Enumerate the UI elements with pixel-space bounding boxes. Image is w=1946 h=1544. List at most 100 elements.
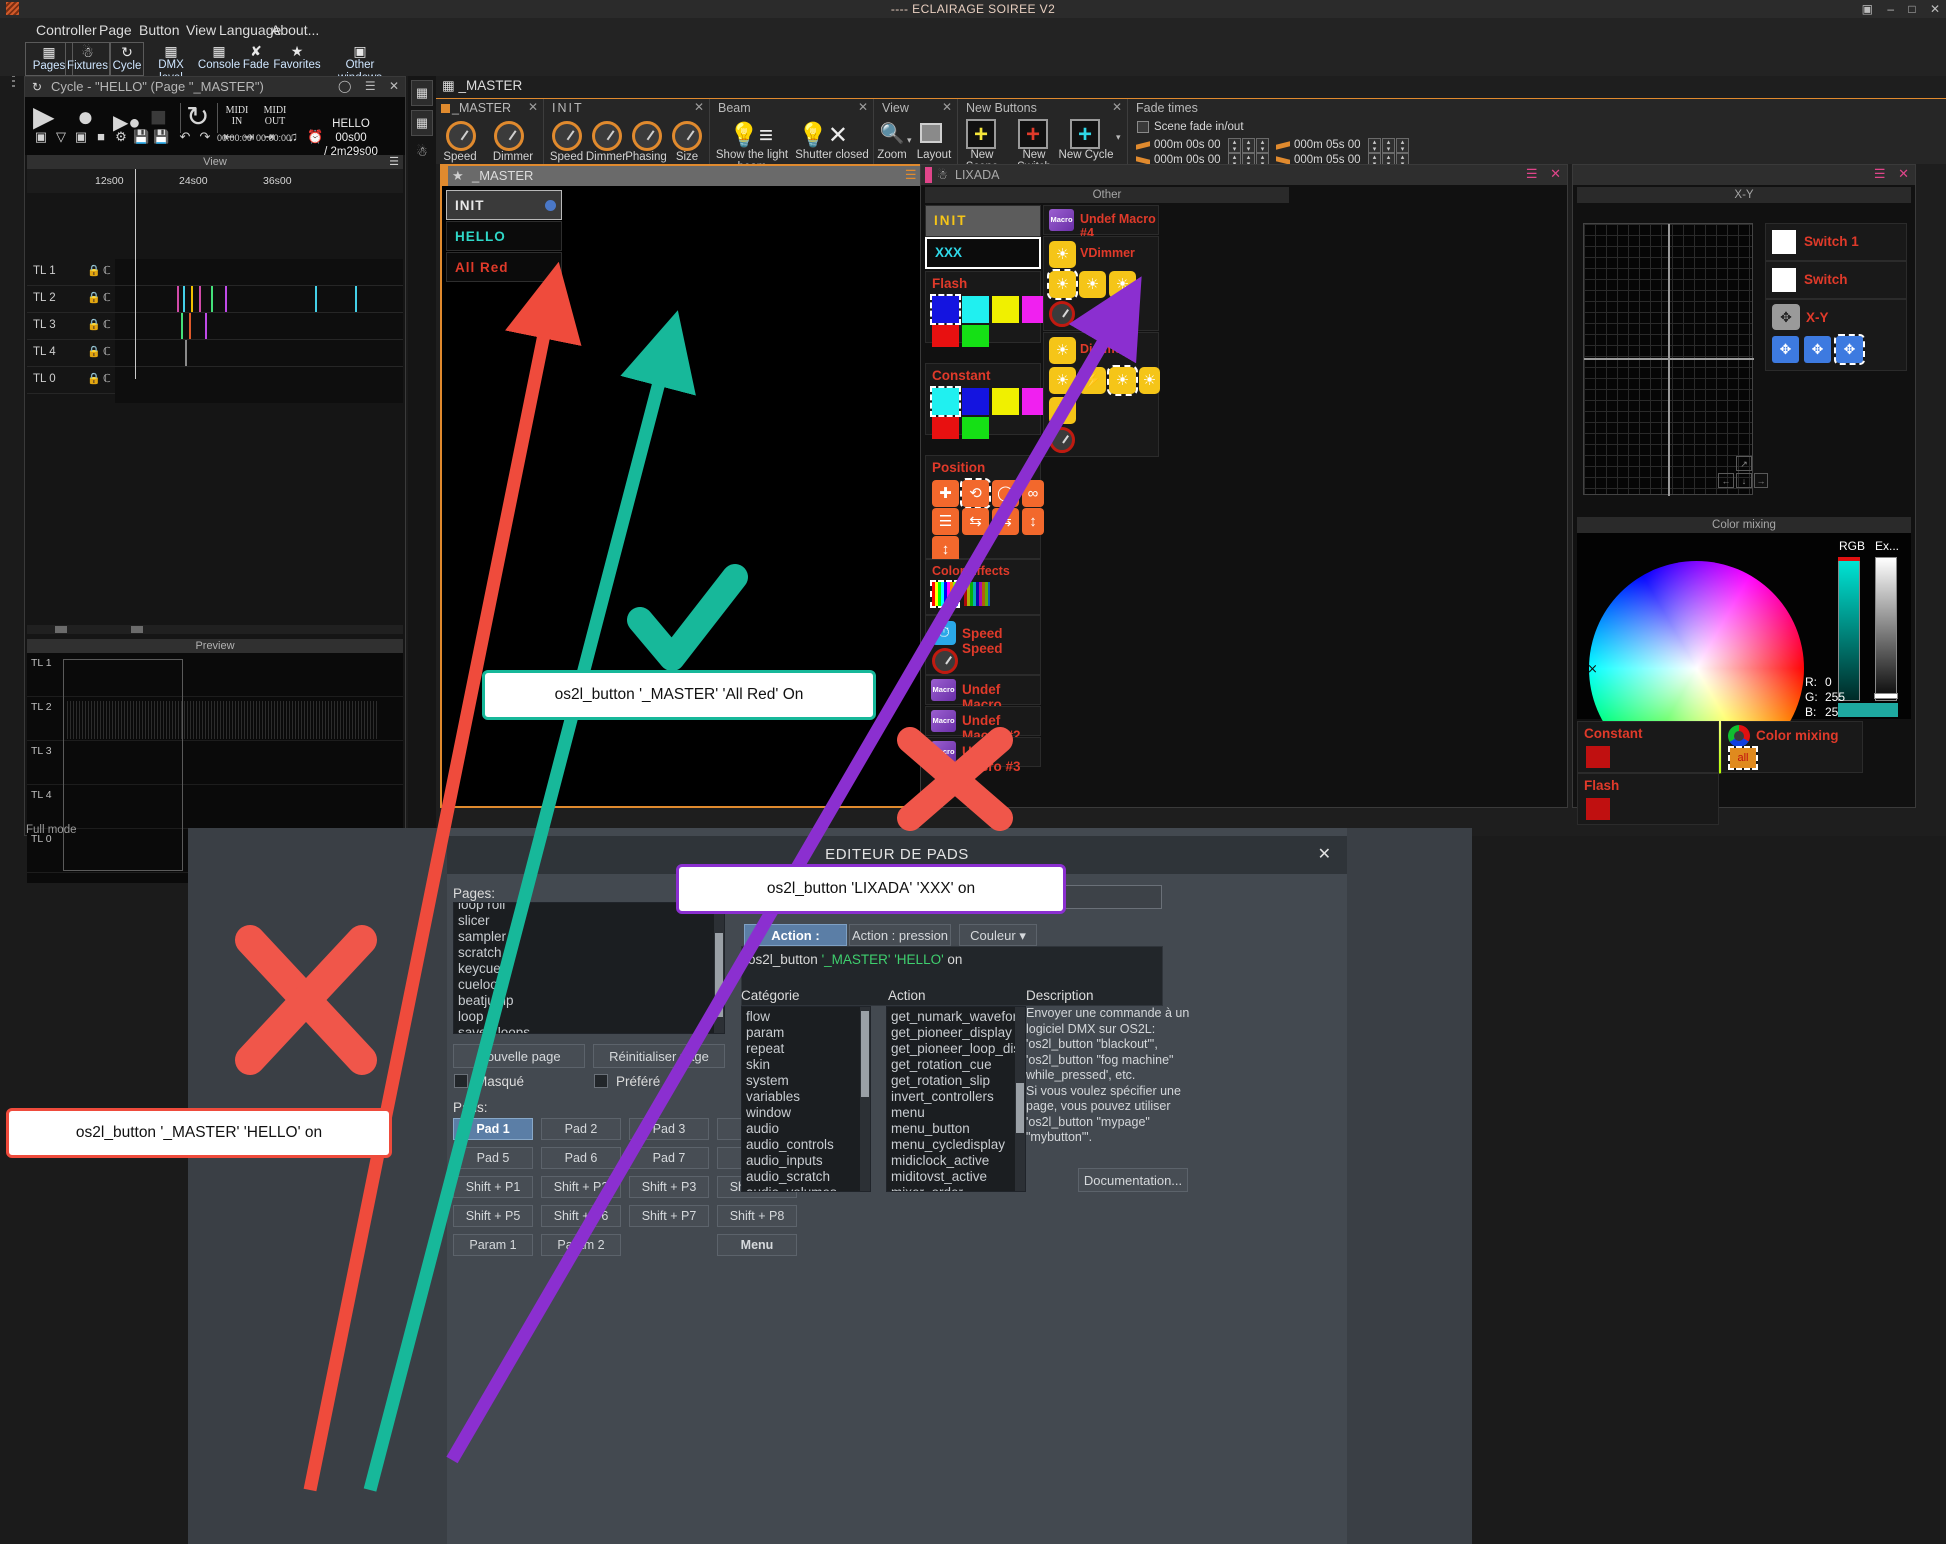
pan-up-icon[interactable]: ⇆ xyxy=(992,508,1019,535)
pad-button-s3[interactable]: Shift + P3 xyxy=(629,1176,709,1198)
list-item[interactable]: keycue xyxy=(458,961,501,976)
fade-out-value[interactable]: 000m 05s 00 xyxy=(1294,139,1361,151)
save-ok-icon[interactable]: 💾 xyxy=(153,129,169,145)
new-cycle-button[interactable]: + xyxy=(1070,119,1100,149)
sun-2-icon[interactable]: ☀ xyxy=(1079,271,1106,298)
list-item[interactable]: get_numark_waveform xyxy=(891,1009,1025,1024)
pad-button-p1[interactable]: Param 1 xyxy=(453,1234,533,1256)
lixada-macro-4[interactable]: Macro Undef Macro #4 xyxy=(1043,205,1159,240)
fade-in-spin-3[interactable]: ▴ ▾ xyxy=(1256,138,1269,153)
toolbar-favorites[interactable]: ★ Favorites xyxy=(272,42,322,76)
sun-1-icon[interactable]: ☀ xyxy=(1047,269,1078,300)
xy-1-icon[interactable]: ✥ xyxy=(1772,336,1799,363)
rgb-slider[interactable] xyxy=(1838,557,1860,701)
pad-button-1[interactable]: Pad 1 xyxy=(453,1118,533,1140)
xy-2-icon[interactable]: ✥ xyxy=(1804,336,1831,363)
list-item[interactable]: get_pioneer_loop_display xyxy=(891,1041,1025,1056)
toolbar-fade[interactable]: ✘ Fade xyxy=(240,42,272,76)
knob-speed[interactable] xyxy=(446,121,476,151)
delete-icon[interactable]: ■ xyxy=(93,129,109,145)
timeline-row[interactable]: TL 2 🔒 ℂ xyxy=(27,286,403,313)
center-icon[interactable]: ✚ xyxy=(932,480,959,507)
flash-swatch-magenta[interactable] xyxy=(1022,296,1044,323)
list-item[interactable]: variables xyxy=(746,1089,800,1104)
timeline-row[interactable]: TL 1 🔒 ℂ xyxy=(27,259,403,286)
master-button-hello[interactable]: HELLO xyxy=(446,221,562,251)
prev-marker-icon[interactable]: ⇤ xyxy=(221,129,237,145)
xy-left-icon[interactable]: ← xyxy=(1718,473,1734,488)
cycle-close-icon[interactable]: ✕ xyxy=(389,79,399,93)
layout-icon[interactable] xyxy=(920,123,942,143)
side-tab-pages2[interactable]: ▦ xyxy=(411,110,433,136)
flash-swatch-cyan[interactable] xyxy=(962,296,989,323)
lixada-macro-3[interactable]: Macro Undef Macro #3 xyxy=(925,737,1041,774)
rgb-slider-handle[interactable] xyxy=(1838,557,1860,561)
playhead[interactable] xyxy=(135,169,136,379)
pad-button-3[interactable]: Pad 3 xyxy=(629,1118,709,1140)
lixada-close-icon[interactable]: ✕ xyxy=(1550,166,1561,181)
pad-button-5[interactable]: Pad 5 xyxy=(453,1147,533,1169)
xy-down-icon[interactable]: ↓ xyxy=(1736,473,1752,488)
knob-dimmer[interactable] xyxy=(592,121,622,151)
favorite-checkbox[interactable] xyxy=(594,1074,608,1088)
pad-button-6[interactable]: Pad 6 xyxy=(541,1147,621,1169)
window-controls[interactable]: ▣ – □ ✕ xyxy=(1851,2,1940,16)
toolbar-dmx-level[interactable]: ▦ DMX level xyxy=(146,42,196,84)
copy-icon[interactable]: ▣ xyxy=(73,129,89,145)
constant-swatch-magenta[interactable] xyxy=(1022,388,1044,415)
list-item[interactable]: audio_inputs xyxy=(746,1153,823,1168)
menu-controller[interactable]: Controller xyxy=(30,20,103,40)
play-button[interactable]: ▶ xyxy=(33,103,55,131)
list-item[interactable]: get_pioneer_display xyxy=(891,1025,1012,1040)
gear-icon[interactable]: ⚙ xyxy=(113,129,129,145)
lixada-scene-xxx[interactable]: XXX xyxy=(925,237,1041,269)
lock-icon[interactable]: 🔒 xyxy=(87,318,101,331)
menu-button[interactable]: Button xyxy=(133,20,185,40)
xy-pad-icon[interactable]: ✥ xyxy=(1772,304,1800,330)
category-list[interactable]: flow param repeat skin system variables … xyxy=(741,1006,871,1192)
xy-right-icon[interactable]: → xyxy=(1754,473,1768,488)
next-marker-icon[interactable]: ⇥ xyxy=(241,129,257,145)
light-beam-icon[interactable]: 💡≡ xyxy=(724,121,778,150)
pad-button-p2[interactable]: Param 2 xyxy=(541,1234,621,1256)
lock-icon[interactable]: 🔒 xyxy=(87,291,101,304)
knob-dimmer[interactable] xyxy=(494,121,524,151)
constant-swatch-yellow[interactable] xyxy=(992,388,1019,415)
flash-swatch-yellow[interactable] xyxy=(992,296,1019,323)
cycle-restore-icon[interactable]: ◯ xyxy=(338,79,351,93)
timeline-cycle-icon[interactable]: ℂ xyxy=(103,372,111,385)
list-item[interactable]: audio xyxy=(746,1121,779,1136)
fade-out-spin-1[interactable]: ▴ ▾ xyxy=(1368,138,1381,153)
ex-slider-handle[interactable] xyxy=(1874,693,1898,699)
fade-out-spin-2[interactable]: ▴ ▾ xyxy=(1382,138,1395,153)
pad-button-s6[interactable]: Shift + P6 xyxy=(541,1205,621,1227)
list-item[interactable]: audio_scratch xyxy=(746,1169,830,1184)
list-item[interactable]: system xyxy=(746,1073,789,1088)
pan-icon[interactable]: ⇆ xyxy=(962,508,989,535)
timeline-row[interactable]: TL 3 🔒 ℂ xyxy=(27,313,403,340)
category-scrollbar[interactable] xyxy=(860,1007,870,1191)
chevron-down-icon[interactable]: ▾ xyxy=(1116,132,1121,143)
minimize-icon[interactable]: – xyxy=(1887,2,1894,16)
speed-dial[interactable] xyxy=(932,648,958,674)
flash-swatch-blue[interactable] xyxy=(930,294,961,325)
sun-1-icon[interactable]: ☀ xyxy=(1107,365,1138,396)
documentation-button[interactable]: Documentation... xyxy=(1078,1168,1188,1192)
pad-button-s7[interactable]: Shift + P7 xyxy=(629,1205,709,1227)
cycle-view-menu-icon[interactable]: ☰ xyxy=(389,155,399,169)
tab-action-pousser[interactable]: Action : pousser xyxy=(744,924,847,964)
lixada-macro-1[interactable]: Macro Undef Macro xyxy=(925,675,1041,712)
sun-2-icon[interactable]: ☀ xyxy=(1139,367,1160,394)
cycle-menu-icon[interactable]: ☰ xyxy=(365,79,376,93)
constant-swatch-blue[interactable] xyxy=(962,388,989,415)
toolbar-fixtures[interactable]: ☃ Fixtures xyxy=(65,42,110,76)
list-item[interactable]: slicer xyxy=(458,913,490,928)
timeline-track[interactable] xyxy=(115,340,403,366)
toolbar-other-windows[interactable]: ▣ Other windows xyxy=(322,42,398,84)
list-item[interactable]: beatjump xyxy=(458,993,514,1008)
cm-constant-swatch[interactable] xyxy=(1586,746,1610,768)
stop-button[interactable]: ■ xyxy=(150,103,167,131)
reset-page-button[interactable]: Réinitialiser page xyxy=(593,1044,725,1068)
menu-page[interactable]: Page xyxy=(93,20,138,40)
fade-in-value[interactable]: 000m 00s 00 xyxy=(1154,139,1221,151)
